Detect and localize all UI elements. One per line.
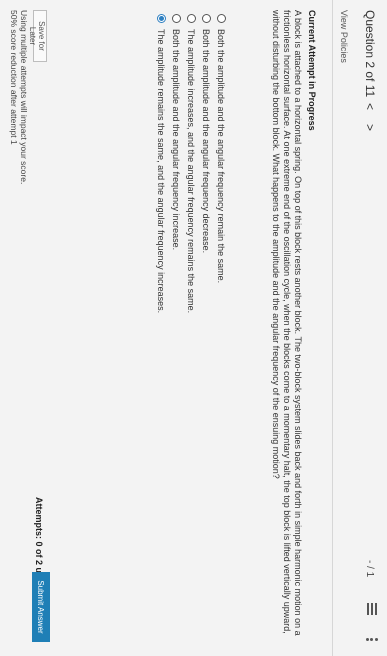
attempts-note: Using multiple attempts will impact your… [9, 10, 29, 184]
question-label: Question 2 of 11 [363, 10, 377, 98]
radio-button[interactable] [187, 14, 196, 23]
answer-option-3[interactable]: The amplitude increases, and the angular… [184, 14, 199, 313]
submit-answer-button[interactable]: Submit Answer [32, 572, 50, 642]
answer-option-2[interactable]: Both the amplitude and the angular frequ… [199, 14, 214, 313]
list-icon[interactable] [367, 603, 377, 615]
score-display: - / 1 [364, 560, 375, 578]
more-options-icon[interactable] [366, 637, 378, 641]
next-question-button[interactable]: > [363, 124, 377, 131]
attempt-status: Current Attempt in Progress [307, 10, 317, 131]
answer-options: Both the amplitude and the angular frequ… [154, 14, 229, 313]
radio-button[interactable] [172, 14, 181, 23]
answer-option-4[interactable]: Both the amplitude and the angular frequ… [169, 14, 184, 313]
answer-option-5[interactable]: The amplitude remains the same, and the … [154, 14, 169, 313]
answer-option-label: The amplitude remains the same, and the … [156, 29, 167, 314]
answer-option-label: The amplitude increases, and the angular… [186, 29, 197, 314]
save-for-later-button[interactable]: Save for Later [28, 10, 47, 62]
note-line: Using multiple attempts will impact your… [19, 10, 29, 185]
question-panel: Question 2 of 11 < > - / 1 View Policies… [0, 0, 387, 656]
question-text: A block is attached to a horizontal spri… [271, 10, 303, 636]
question-header: Question 2 of 11 < > - / 1 [353, 0, 387, 656]
answer-option-label: Both the amplitude and the angular frequ… [216, 29, 227, 284]
prev-question-button[interactable]: < [363, 103, 377, 110]
answer-option-label: Both the amplitude and the angular frequ… [201, 29, 212, 254]
view-policies-link[interactable]: View Policies [339, 10, 349, 63]
radio-button[interactable] [217, 14, 226, 23]
radio-button-selected[interactable] [157, 14, 166, 23]
divider [332, 0, 333, 656]
answer-option-1[interactable]: Both the amplitude and the angular frequ… [214, 14, 229, 313]
answer-option-label: Both the amplitude and the angular frequ… [171, 29, 182, 251]
note-line: 50% score reduction after attempt 1 [9, 10, 19, 145]
radio-button[interactable] [202, 14, 211, 23]
